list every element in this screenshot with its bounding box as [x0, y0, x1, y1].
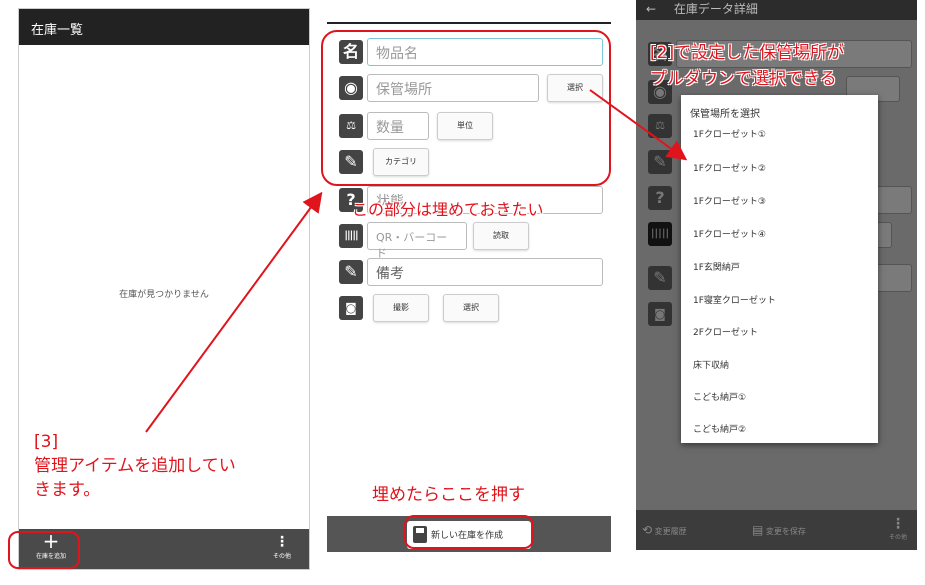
annotation-arrows: [145, 89, 688, 433]
arrow-to-dropdown: [589, 89, 688, 161]
arrow-to-form: [145, 191, 323, 433]
